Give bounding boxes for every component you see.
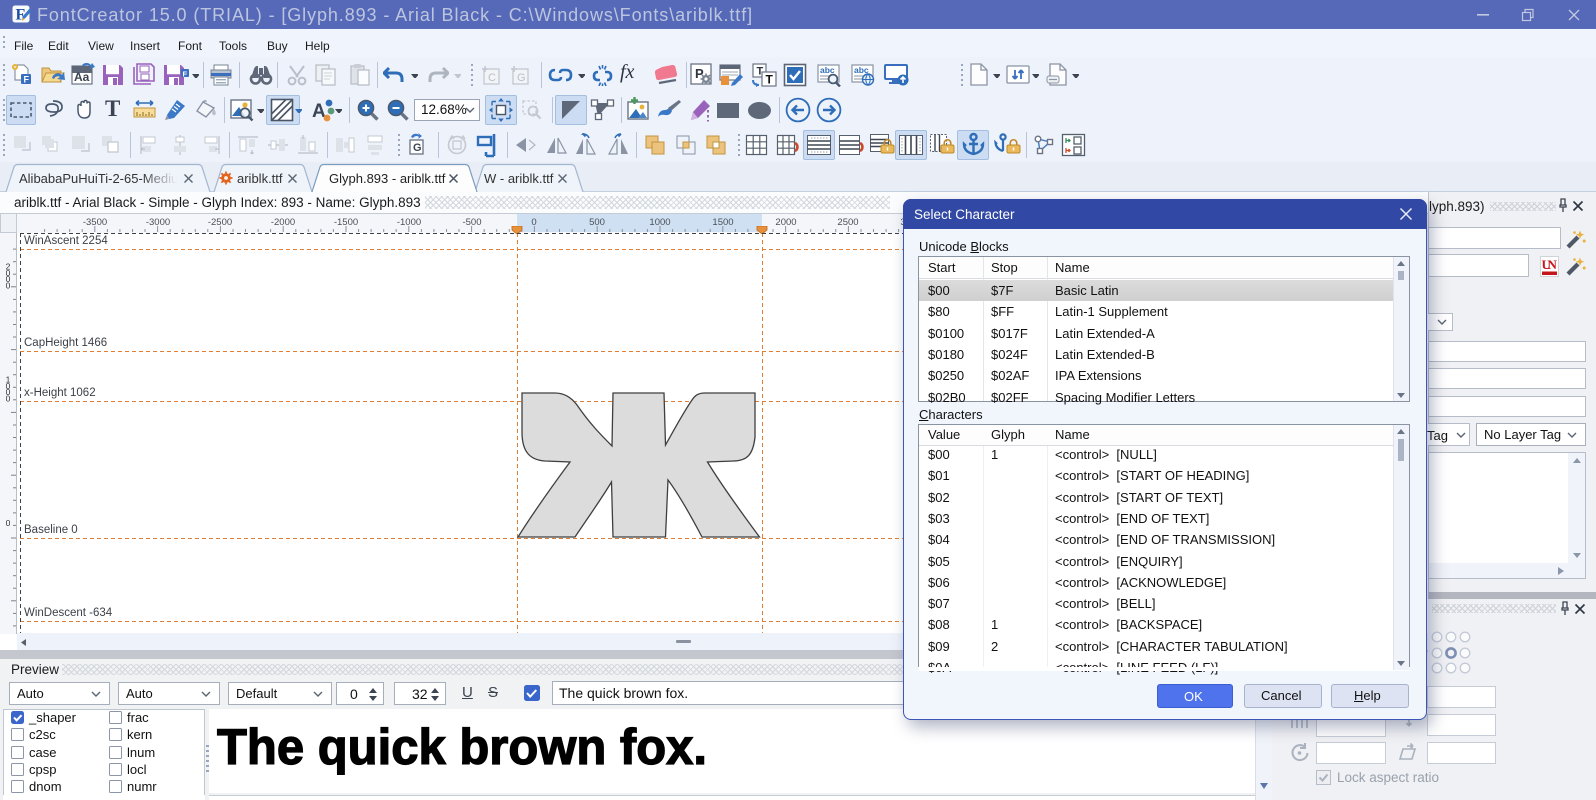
svg-text:N: N [1548, 257, 1558, 272]
